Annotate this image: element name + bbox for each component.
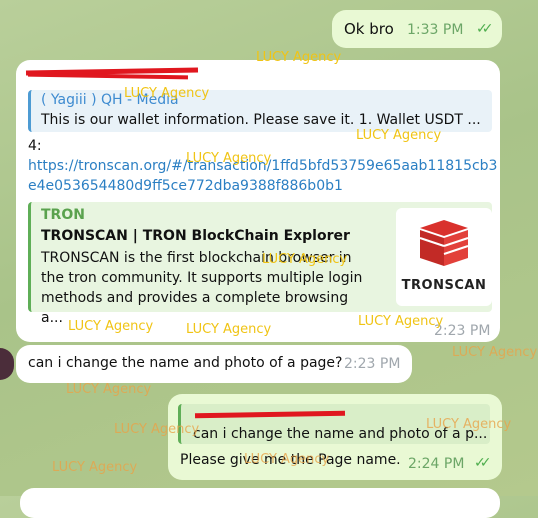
reply-text: can i change the name and photo of a p..… xyxy=(193,426,488,442)
reply-author: ( Yagiii ) QH - Media xyxy=(41,92,179,108)
watermark: LUCY Agency xyxy=(52,460,138,475)
read-checkmarks-icon: ✓✓ xyxy=(474,455,492,471)
read-checkmarks-icon: ✓✓ xyxy=(476,21,494,37)
message-time: 1:33 PM xyxy=(407,22,464,38)
tronscan-logo-icon xyxy=(419,220,469,266)
thumbnail-label: TRONSCAN xyxy=(401,278,487,293)
message-text: 4: xyxy=(28,138,42,154)
reply-text: This is our wallet information. Please s… xyxy=(41,112,481,128)
message-body: 4: https://tronscan.org/#/transaction/1f… xyxy=(28,136,498,196)
outgoing-message-ok-bro[interactable]: Ok bro 1:33 PM ✓✓ xyxy=(332,10,502,48)
message-time: 2:23 PM xyxy=(434,323,491,339)
reply-quote[interactable]: ( Yagiii ) QH - Media This is our wallet… xyxy=(28,90,492,132)
message-text: Please give me the Page name. xyxy=(180,452,401,468)
link-preview[interactable]: TRON TRONSCAN | TRON BlockChain Explorer… xyxy=(28,202,492,326)
transaction-link[interactable]: https://tronscan.org/#/transaction/1ffd5… xyxy=(28,156,498,196)
message-text: can i change the name and photo of a pag… xyxy=(28,355,343,371)
preview-title: TRONSCAN | TRON BlockChain Explorer xyxy=(41,228,350,244)
incoming-message-question[interactable]: can i change the name and photo of a pag… xyxy=(16,345,412,383)
message-text: Ok bro xyxy=(344,20,394,38)
avatar[interactable] xyxy=(0,348,14,380)
preview-thumbnail[interactable]: TRONSCAN xyxy=(396,208,492,306)
preview-description: TRONSCAN is the first blockchain browser… xyxy=(41,250,363,326)
watermark: LUCY Agency xyxy=(452,345,538,360)
reply-quote[interactable]: can i change the name and photo of a p..… xyxy=(178,404,490,444)
redacted-sender-name-2 xyxy=(27,72,189,80)
preview-site-name: TRON xyxy=(41,207,85,223)
message-time: 2:23 PM xyxy=(344,356,401,372)
redacted-reply-author xyxy=(194,410,346,419)
watermark: LUCY Agency xyxy=(66,382,152,397)
incoming-message-wallet[interactable]: ( Yagiii ) QH - Media This is our wallet… xyxy=(16,60,500,342)
message-time: 2:24 PM xyxy=(408,456,465,472)
incoming-message-partial[interactable] xyxy=(20,488,500,518)
outgoing-message-reply[interactable]: can i change the name and photo of a p..… xyxy=(168,394,502,480)
